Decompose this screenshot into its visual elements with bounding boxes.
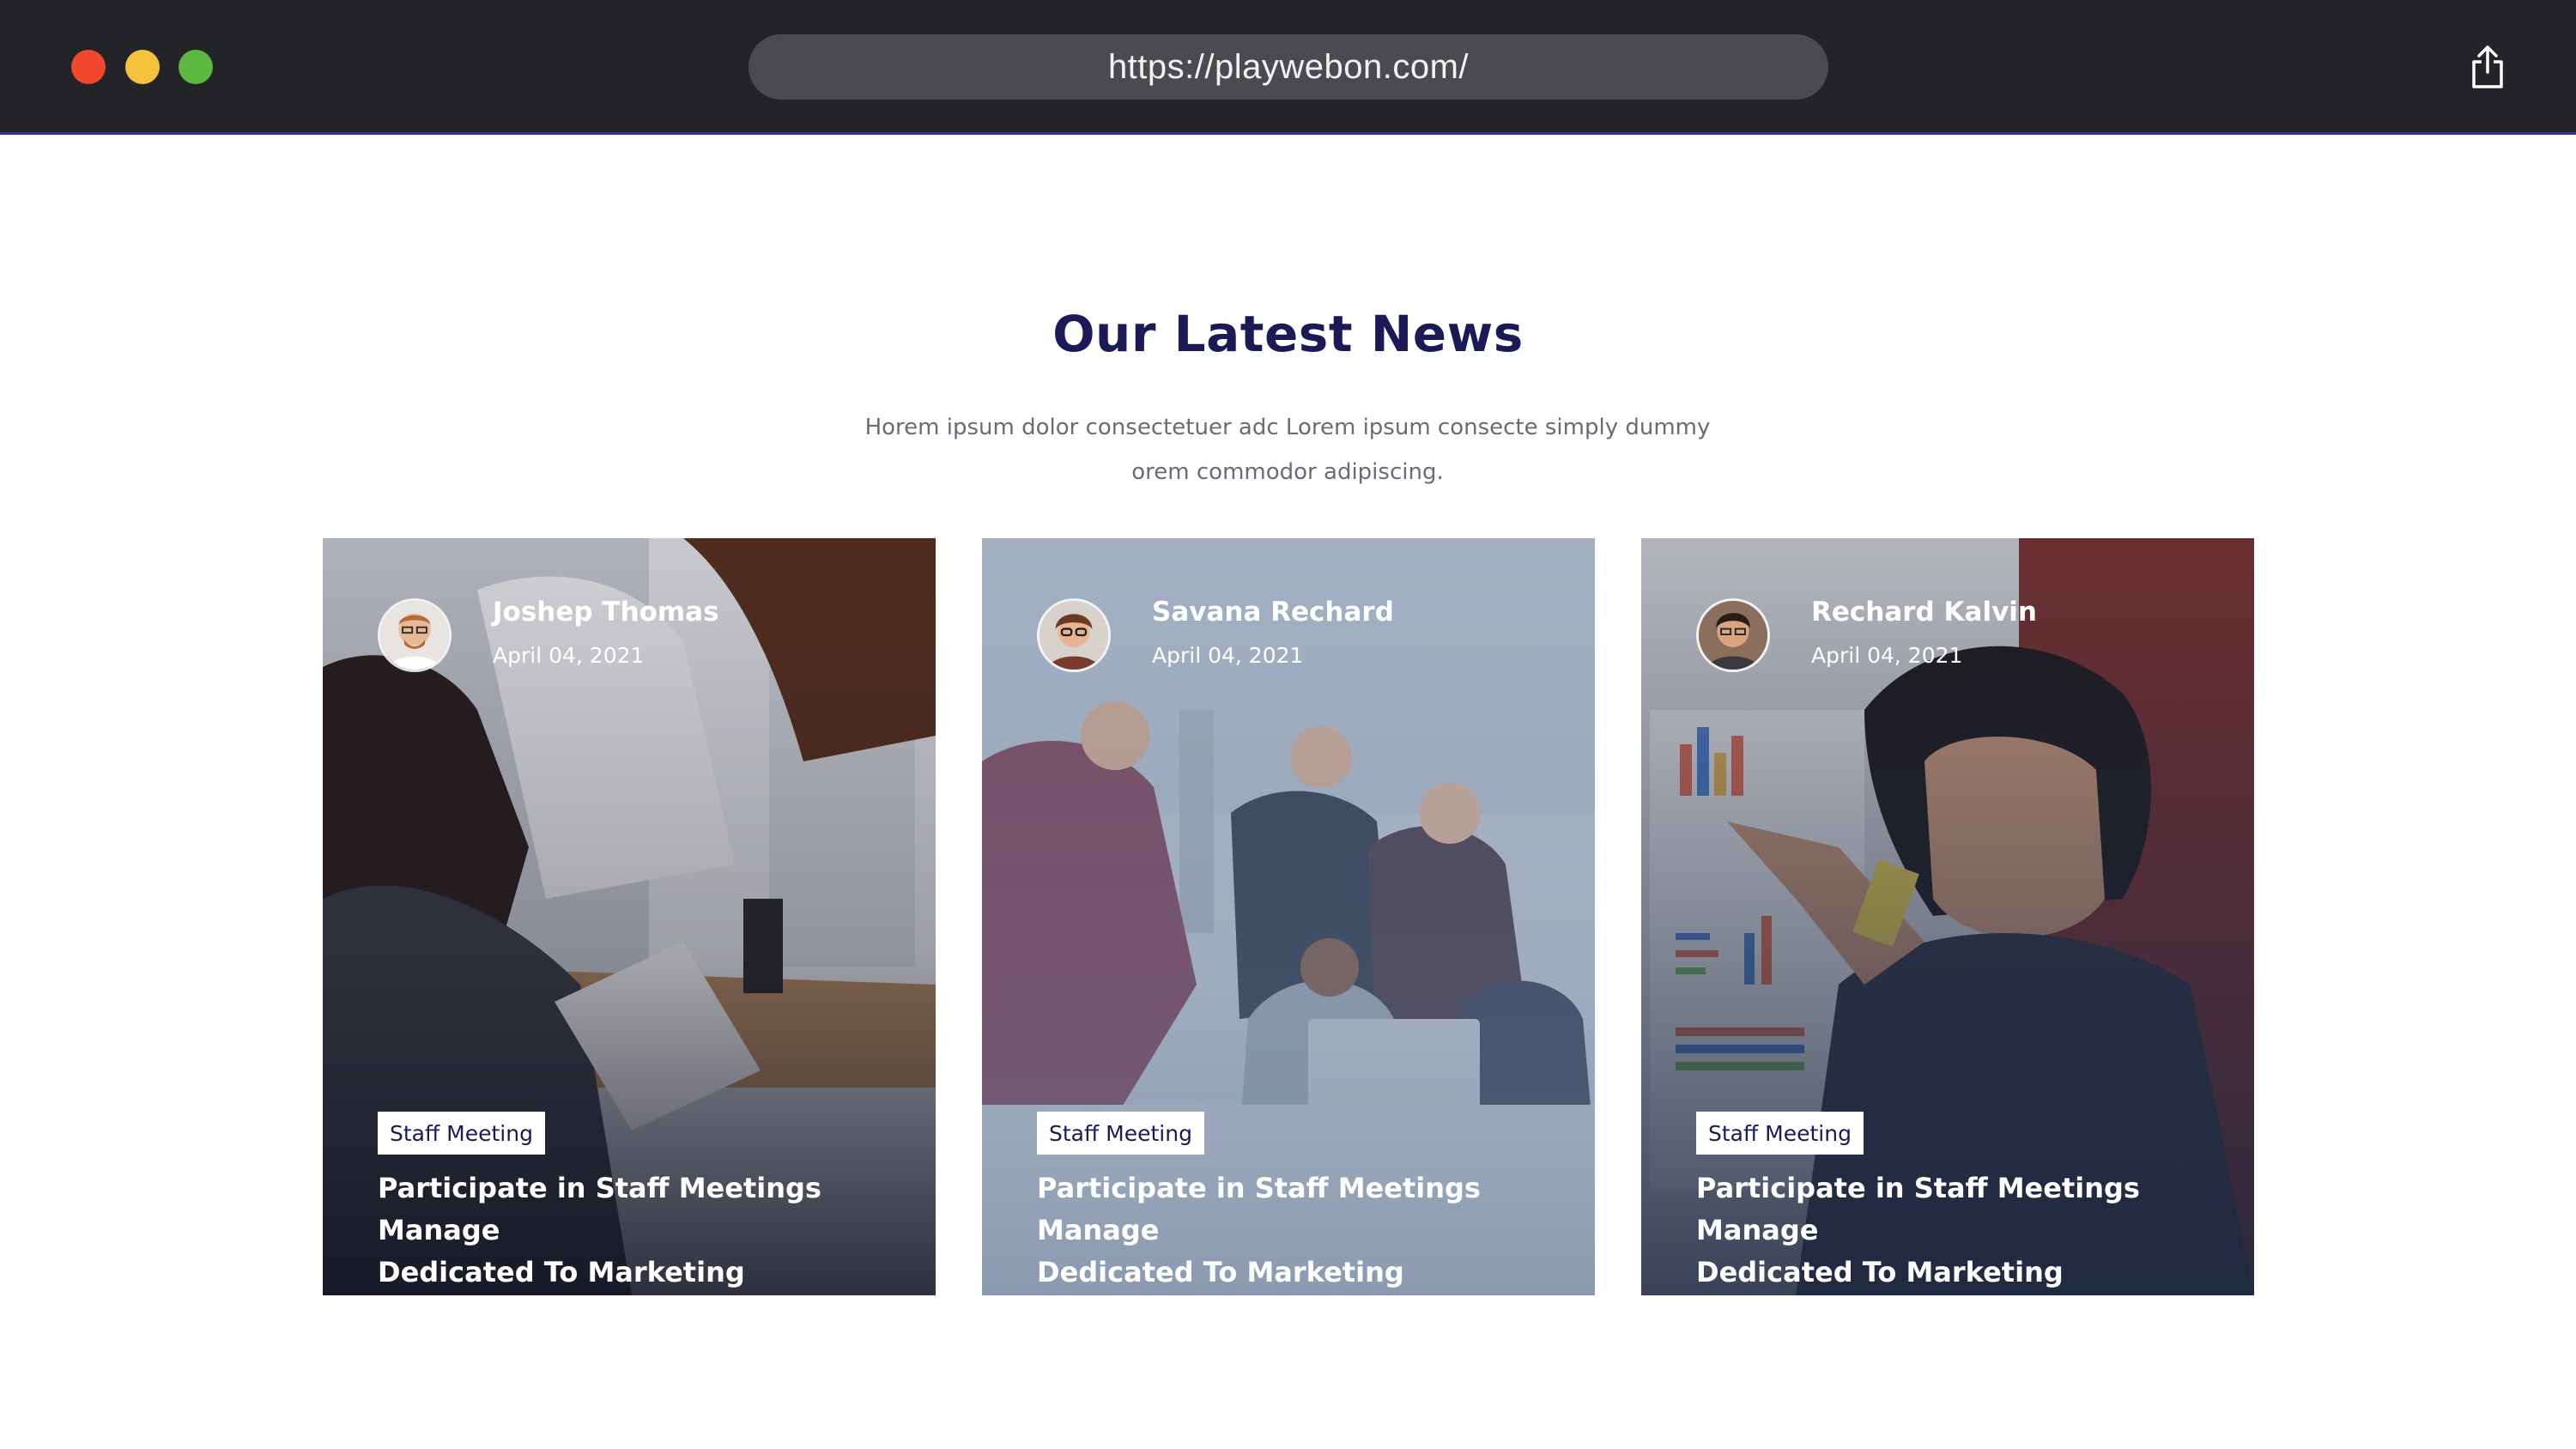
author-avatar xyxy=(1696,598,1770,672)
category-tag[interactable]: Staff Meeting xyxy=(378,1112,545,1155)
news-headline-line-1: Participate in Staff Meetings Manage xyxy=(1696,1172,2140,1246)
news-headline-line-2: Dedicated To Marketing xyxy=(1696,1256,2064,1288)
browser-toolbar: https://playwebon.com/ xyxy=(0,0,2576,135)
news-headline[interactable]: Participate in Staff Meetings Manage Ded… xyxy=(378,1167,910,1294)
author-name[interactable]: Joshep Thomas xyxy=(493,597,719,627)
section-subtitle-line-1: Horem ipsum dolor consectetuer adc Lorem… xyxy=(864,415,1711,440)
news-headline[interactable]: Participate in Staff Meetings Manage Ded… xyxy=(1696,1167,2228,1294)
category-tag[interactable]: Staff Meeting xyxy=(1037,1112,1204,1155)
section-subtitle-line-2: orem commodor adipiscing. xyxy=(1131,459,1444,485)
section-title: Our Latest News xyxy=(1052,305,1524,363)
author-avatar xyxy=(378,598,452,672)
category-tag[interactable]: Staff Meeting xyxy=(1696,1112,1864,1155)
author-name[interactable]: Savana Rechard xyxy=(1152,597,1394,627)
news-headline-line-2: Dedicated To Marketing xyxy=(1037,1256,1404,1288)
address-bar[interactable]: https://playwebon.com/ xyxy=(749,34,1828,100)
news-headline-line-1: Participate in Staff Meetings Manage xyxy=(378,1172,821,1246)
author-name[interactable]: Rechard Kalvin xyxy=(1811,597,2037,627)
section-subtitle: Horem ipsum dolor consectetuer adc Lorem… xyxy=(815,405,1760,494)
author-avatar xyxy=(1037,598,1111,672)
share-icon[interactable] xyxy=(2470,45,2505,89)
post-date: April 04, 2021 xyxy=(493,643,645,668)
news-headline[interactable]: Participate in Staff Meetings Manage Ded… xyxy=(1037,1167,1569,1294)
url-text: https://playwebon.com/ xyxy=(1107,47,1470,86)
news-card[interactable]: Savana Rechard April 04, 2021 Staff Meet… xyxy=(982,538,1595,1295)
post-date: April 04, 2021 xyxy=(1811,643,1963,668)
news-card[interactable]: Joshep Thomas April 04, 2021 Staff Meeti… xyxy=(323,538,936,1295)
close-window-button[interactable] xyxy=(71,50,106,84)
news-headline-line-1: Participate in Staff Meetings Manage xyxy=(1037,1172,1481,1246)
news-card[interactable]: Rechard Kalvin April 04, 2021 Staff Meet… xyxy=(1641,538,2254,1295)
post-date: April 04, 2021 xyxy=(1152,643,1304,668)
minimize-window-button[interactable] xyxy=(125,50,160,84)
news-headline-line-2: Dedicated To Marketing xyxy=(378,1256,745,1288)
zoom-window-button[interactable] xyxy=(179,50,213,84)
